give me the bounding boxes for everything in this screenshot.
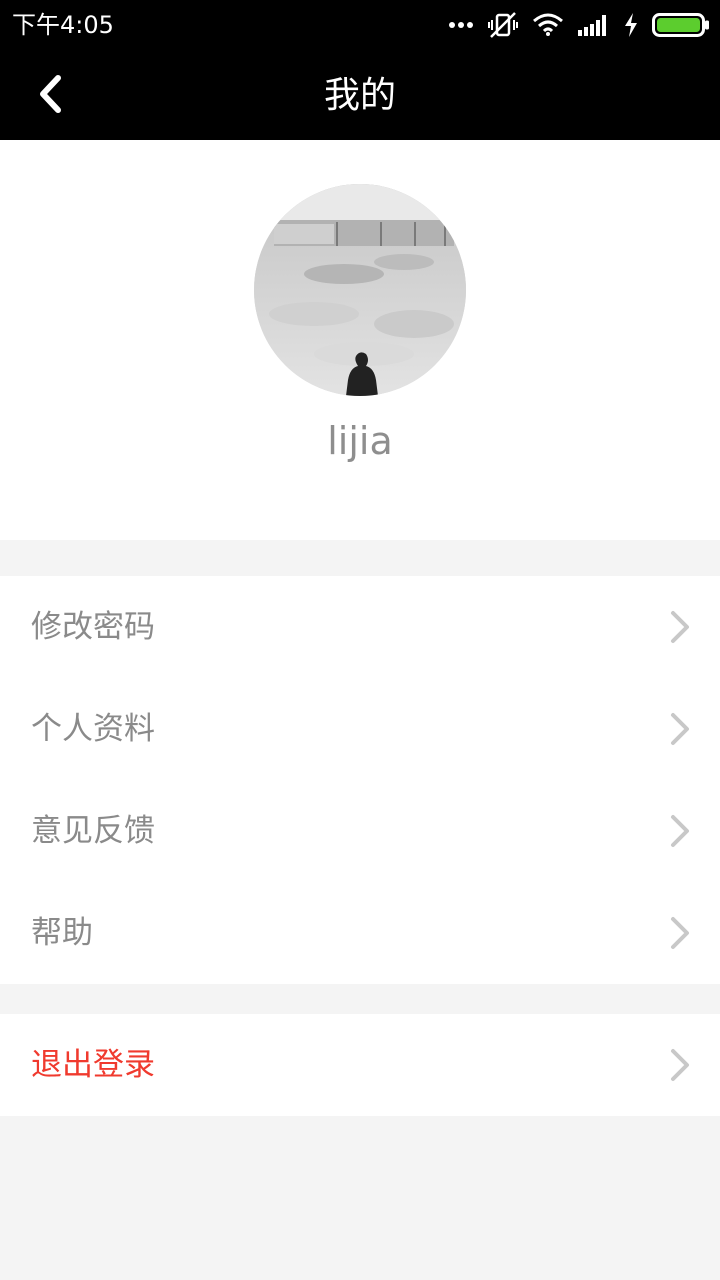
nav-bar: 我的 (0, 50, 720, 140)
status-time: 下午4:05 (12, 11, 114, 39)
more-dots-icon (448, 21, 474, 29)
chevron-right-icon (671, 713, 689, 745)
menu-item-label: 帮助 (31, 915, 93, 951)
logout-label: 退出登录 (31, 1047, 155, 1083)
logout-button[interactable]: 退出登录 (0, 1014, 720, 1116)
status-bar: 下午4:05 (0, 0, 720, 50)
vibrate-off-icon (488, 11, 518, 39)
chevron-right-icon (671, 1049, 689, 1081)
chevron-right-icon (671, 917, 689, 949)
chevron-right-icon (671, 611, 689, 643)
menu-item-personal-info[interactable]: 个人资料 (0, 678, 720, 780)
menu-item-label: 个人资料 (31, 711, 155, 747)
menu-item-label: 修改密码 (31, 609, 155, 645)
signal-icon (578, 14, 610, 36)
page-title: 我的 (323, 75, 396, 116)
logout-section: 退出登录 (0, 1014, 720, 1116)
charging-bolt-icon (624, 13, 638, 37)
status-icons (448, 10, 710, 40)
menu-item-feedback[interactable]: 意见反馈 (0, 780, 720, 882)
settings-menu: 修改密码 个人资料 意见反馈 帮助 (0, 576, 720, 984)
menu-item-help[interactable]: 帮助 (0, 882, 720, 984)
avatar[interactable] (254, 184, 466, 396)
avatar-photo (254, 184, 466, 396)
chevron-right-icon (671, 815, 689, 847)
menu-item-label: 意见反馈 (31, 813, 155, 849)
profile-header: lijia (0, 140, 720, 540)
username: lijia (327, 419, 393, 463)
wifi-icon (532, 13, 564, 37)
battery-icon (652, 12, 710, 38)
menu-item-change-password[interactable]: 修改密码 (0, 576, 720, 678)
